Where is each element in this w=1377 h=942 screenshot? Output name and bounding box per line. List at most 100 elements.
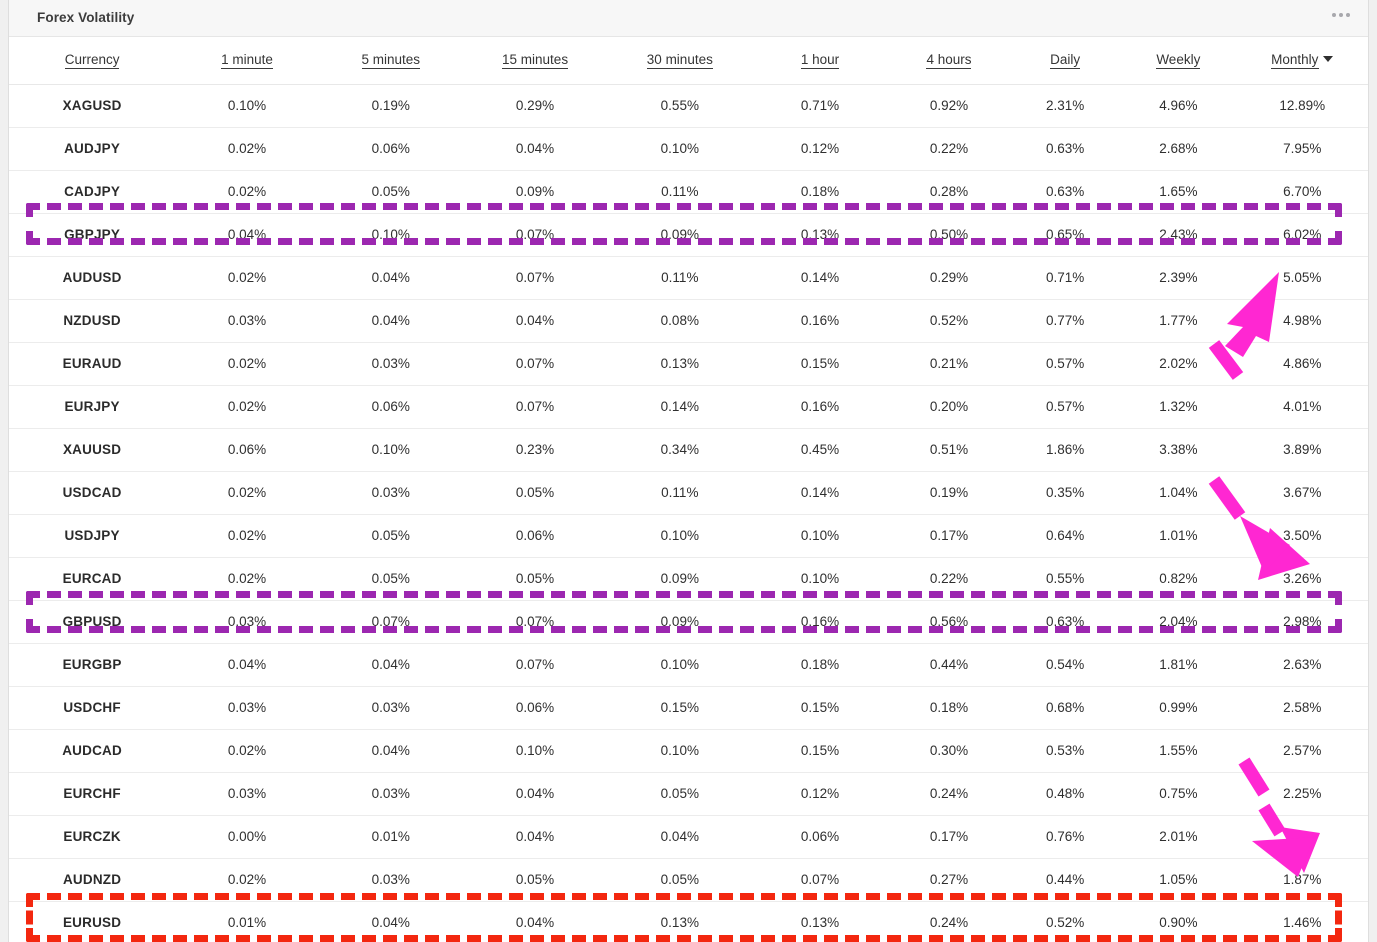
volatility-cell: 0.29% [929, 270, 969, 285]
volatility-cell: 0.08% [660, 313, 699, 328]
volatility-cell: 1.32% [1159, 399, 1198, 414]
table-row[interactable]: CADJPY 0.02% 0.05% 0.09% 0.11% 0.18% 0.28% 0.63… [9, 170, 1368, 213]
volatility-cell: 0.68% [1046, 700, 1085, 715]
volatility-cell: 0.02% [227, 485, 267, 500]
table-row[interactable]: GBPJPY 0.04% 0.10% 0.07% 0.09% 0.13% 0.50% 0.65… [9, 213, 1368, 256]
volatility-cell: 0.10% [660, 528, 699, 543]
column-header-5-minutes[interactable]: 5 minutes [318, 37, 463, 85]
volatility-cell: 0.05% [515, 872, 555, 887]
volatility-cell: 2.63% [1283, 657, 1322, 672]
table-row[interactable]: GBPUSD 0.03% 0.07% 0.07% 0.09% 0.16% 0.56% 0.63… [9, 600, 1368, 643]
volatility-cell: 0.07% [800, 872, 840, 887]
volatility-cell: 0.06% [515, 700, 555, 715]
column-header-1-minute[interactable]: 1 minute [175, 37, 319, 85]
table-row[interactable]: EURAUD 0.02% 0.03% 0.07% 0.13% 0.15% 0.21% 0.57… [9, 342, 1368, 385]
table-row[interactable]: AUDJPY 0.02% 0.06% 0.04% 0.10% 0.12% 0.22% 0.63… [9, 127, 1368, 170]
table-row[interactable]: EURUSD 0.01% 0.04% 0.04% 0.13% 0.13% 0.24% 0.52… [9, 901, 1368, 942]
volatility-cell: 0.09% [660, 571, 699, 586]
currency-cell: EURUSD [62, 915, 122, 930]
table-row[interactable]: AUDUSD 0.02% 0.04% 0.07% 0.11% 0.14% 0.29% 0.71… [9, 256, 1368, 299]
volatility-cell: 0.19% [371, 98, 410, 113]
volatility-cell: 0.57% [1046, 356, 1085, 371]
volatility-cell: 1.86% [1046, 442, 1085, 457]
table-row[interactable]: EURCAD 0.02% 0.05% 0.05% 0.09% 0.10% 0.22% 0.55… [9, 557, 1368, 600]
table-row[interactable]: EURJPY 0.02% 0.06% 0.07% 0.14% 0.16% 0.20% 0.57… [9, 385, 1368, 428]
volatility-cell: 0.01% [371, 829, 410, 844]
currency-cell: EURCHF [63, 786, 121, 801]
volatility-cell: 0.05% [515, 571, 555, 586]
currency-cell: XAUUSD [62, 442, 122, 457]
volatility-cell: 3.26% [1283, 571, 1322, 586]
kebab-menu-icon[interactable] [1332, 13, 1350, 17]
volatility-cell: 0.10% [660, 141, 699, 156]
volatility-cell: 0.04% [371, 657, 410, 672]
volatility-cell: 0.04% [227, 657, 267, 672]
volatility-cell: 0.10% [371, 442, 410, 457]
volatility-cell: 0.63% [1046, 184, 1085, 199]
screenshot-root: Forex Volatility Currency 1 minute 5 min… [0, 0, 1377, 942]
volatility-cell: 0.10% [227, 98, 267, 113]
volatility-cell: 0.24% [929, 786, 969, 801]
currency-cell: USDJPY [64, 528, 120, 543]
volatility-cell: 0.11% [661, 485, 699, 500]
volatility-cell: 0.16% [800, 399, 840, 414]
volatility-cell: 0.22% [929, 571, 969, 586]
volatility-cell: 0.82% [1159, 571, 1198, 586]
volatility-cell: 0.04% [515, 915, 555, 930]
volatility-cell: 3.38% [1159, 442, 1198, 457]
table-row[interactable]: EURCZK 0.00% 0.01% 0.04% 0.04% 0.06% 0.17% 0.76… [9, 815, 1368, 858]
volatility-cell: 2.39% [1159, 270, 1198, 285]
table-row[interactable]: EURGBP 0.04% 0.04% 0.07% 0.10% 0.18% 0.44% 0.54… [9, 643, 1368, 686]
volatility-cell: 0.99% [1159, 700, 1198, 715]
volatility-cell: 4.01% [1283, 399, 1322, 414]
volatility-cell: 0.14% [800, 270, 840, 285]
table-row[interactable]: XAUUSD 0.06% 0.10% 0.23% 0.34% 0.45% 0.51% 1.86… [9, 428, 1368, 471]
volatility-cell: 0.10% [515, 743, 555, 758]
volatility-cell: 0.27% [929, 872, 969, 887]
volatility-cell: 2.43% [1159, 227, 1198, 242]
table-row[interactable]: USDJPY 0.02% 0.05% 0.06% 0.10% 0.10% 0.17% 0.64… [9, 514, 1368, 557]
column-header-30-minutes[interactable]: 30 minutes [607, 37, 753, 85]
volatility-cell: 0.04% [371, 270, 410, 285]
table-row[interactable]: XAGUSD 0.10% 0.19% 0.29% 0.55% 0.71% 0.92% 2.31… [9, 84, 1368, 127]
volatility-cell: 0.30% [929, 743, 969, 758]
volatility-cell: 0.05% [371, 184, 410, 199]
column-header-daily[interactable]: Daily [1010, 37, 1121, 85]
volatility-cell: 0.02% [227, 184, 267, 199]
table-row[interactable]: USDCAD 0.02% 0.03% 0.05% 0.11% 0.14% 0.19% 0.35… [9, 471, 1368, 514]
volatility-cell: 0.44% [929, 657, 969, 672]
column-header-weekly[interactable]: Weekly [1120, 37, 1237, 85]
volatility-cell: 0.71% [1046, 270, 1085, 285]
column-header-1-hour[interactable]: 1 hour [752, 37, 888, 85]
volatility-cell: 4.96% [1159, 98, 1198, 113]
table-row[interactable]: USDCHF 0.03% 0.03% 0.06% 0.15% 0.15% 0.18% 0.68… [9, 686, 1368, 729]
volatility-cell: 0.06% [371, 399, 410, 414]
volatility-cell: 1.01% [1159, 528, 1198, 543]
table-row[interactable]: AUDNZD 0.02% 0.03% 0.05% 0.05% 0.07% 0.27% 0.44… [9, 858, 1368, 901]
volatility-cell: 3.50% [1283, 528, 1322, 543]
volatility-cell: 0.77% [1046, 313, 1085, 328]
volatility-cell: 0.06% [515, 528, 555, 543]
column-header-4-hours[interactable]: 4 hours [887, 37, 1011, 85]
currency-cell: EURAUD [62, 356, 122, 371]
volatility-cell: 1.65% [1159, 184, 1198, 199]
volatility-cell: 0.64% [1046, 528, 1085, 543]
table-row[interactable]: NZDUSD 0.03% 0.04% 0.04% 0.08% 0.16% 0.52% 0.77… [9, 299, 1368, 342]
volatility-cell: 6.70% [1283, 184, 1322, 199]
volatility-cell: 0.52% [1046, 915, 1085, 930]
volatility-cell: 0.17% [929, 829, 969, 844]
column-header-monthly[interactable]: Monthly [1236, 37, 1368, 85]
table-row[interactable]: EURCHF 0.03% 0.03% 0.04% 0.05% 0.12% 0.24% 0.48… [9, 772, 1368, 815]
volatility-cell: 2.31% [1046, 98, 1085, 113]
currency-cell: NZDUSD [63, 313, 121, 328]
volatility-cell: 0.06% [371, 141, 410, 156]
volatility-cell: 0.23% [515, 442, 555, 457]
volatility-cell: 0.16% [800, 614, 840, 629]
column-header-currency[interactable]: Currency [9, 37, 176, 85]
column-header-15-minutes[interactable]: 15 minutes [462, 37, 608, 85]
volatility-cell: 0.04% [515, 313, 555, 328]
table-row[interactable]: AUDCAD 0.02% 0.04% 0.10% 0.10% 0.15% 0.30% 0.53… [9, 729, 1368, 772]
volatility-cell: 1.77% [1159, 313, 1198, 328]
volatility-cell: 0.56% [929, 614, 969, 629]
volatility-cell: 2.98% [1283, 614, 1322, 629]
